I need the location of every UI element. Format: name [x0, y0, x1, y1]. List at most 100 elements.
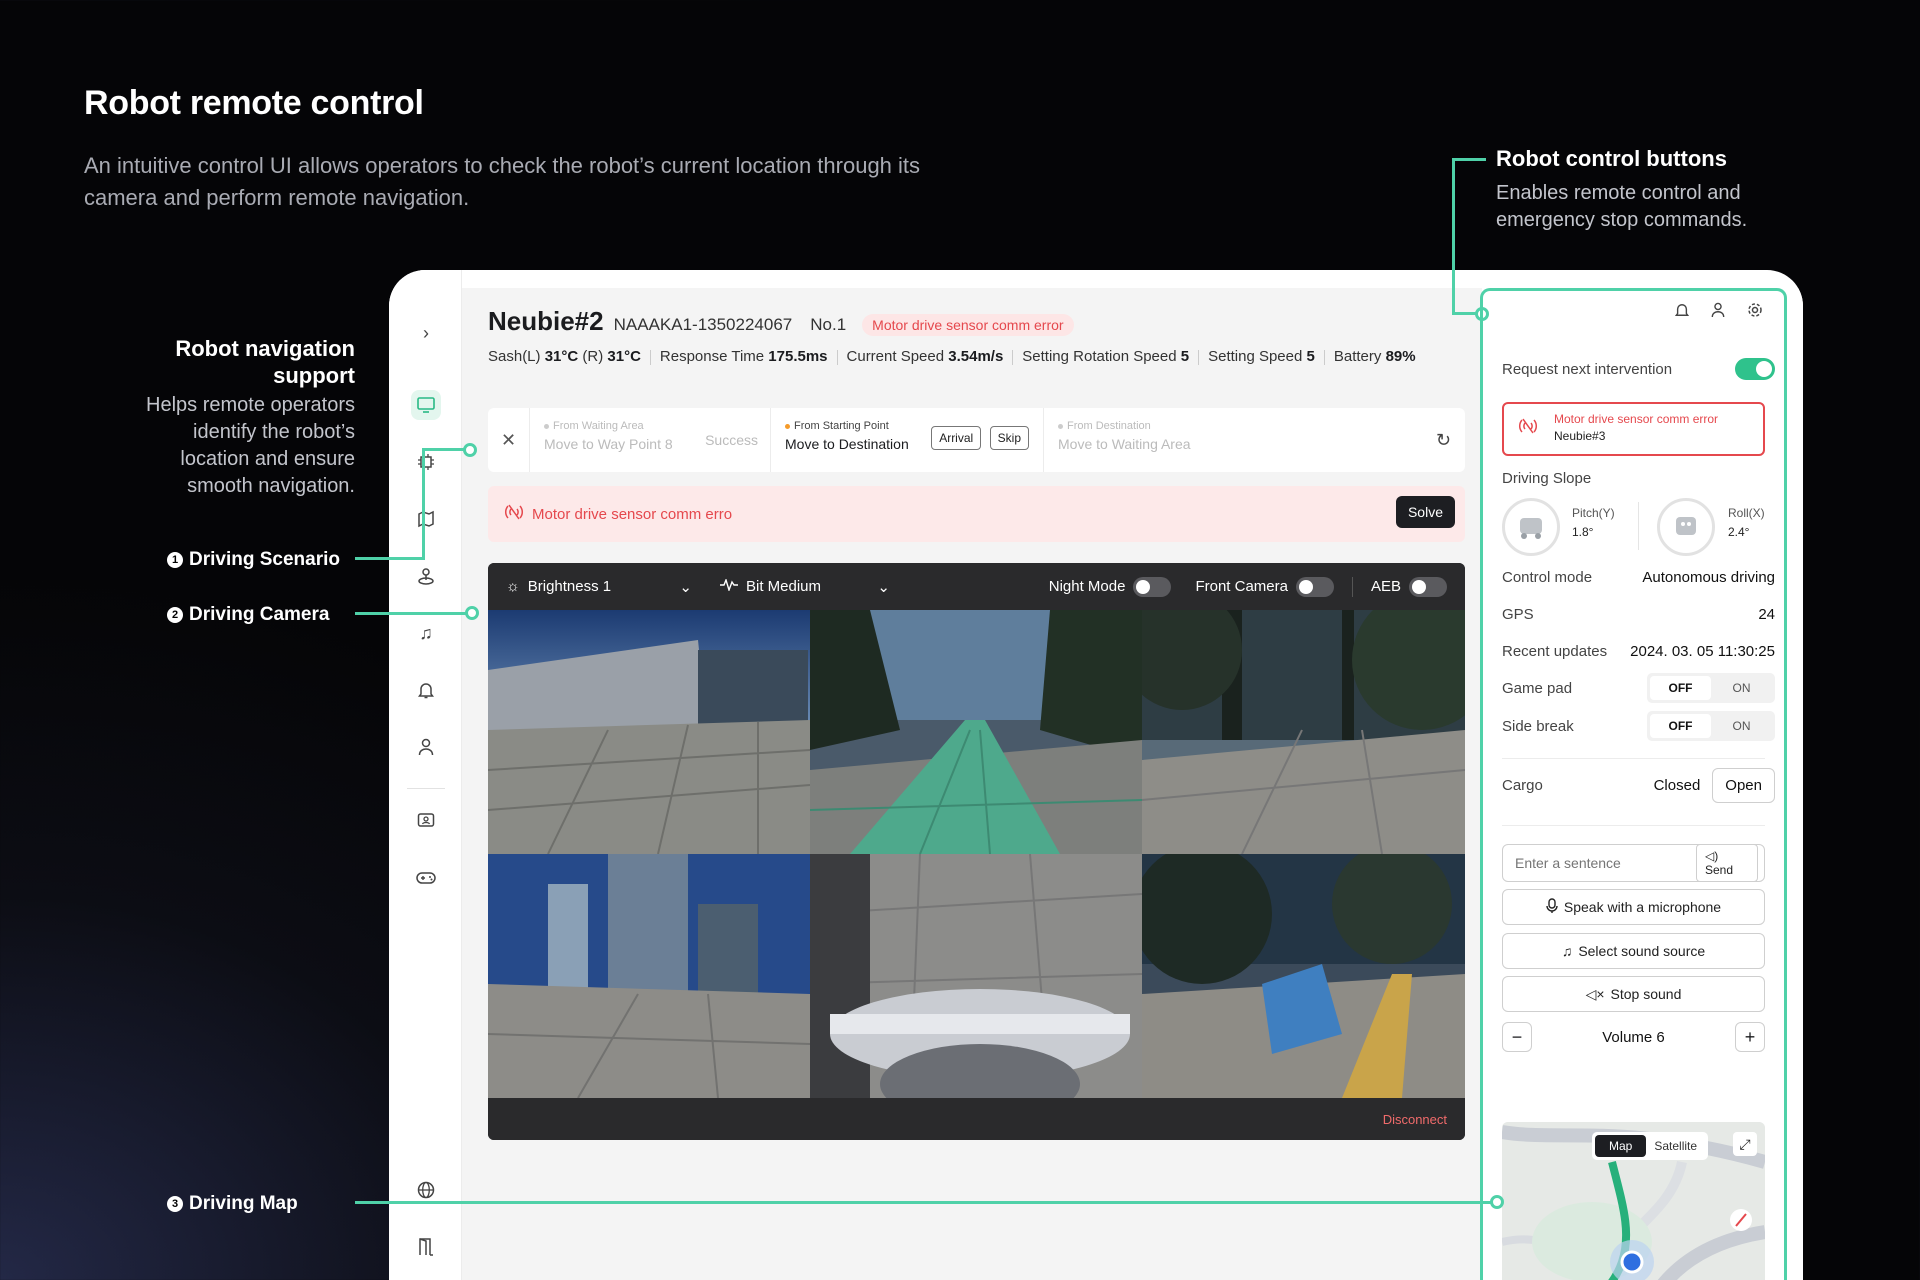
scenario-step-2: From Starting Point Move to Destination …: [771, 408, 1043, 472]
aeb-label: AEB: [1370, 578, 1401, 595]
close-icon[interactable]: ✕: [488, 408, 530, 472]
connector-dot: [463, 443, 477, 457]
stat-speed-label: Current Speed: [846, 348, 945, 365]
arrival-button[interactable]: Arrival: [931, 426, 982, 450]
error-alert: Motor drive sensor comm erro Solve: [488, 486, 1465, 542]
stat-speed: 3.54m/s: [948, 348, 1004, 365]
side-rail: › ♫: [389, 270, 462, 1280]
callout-map: 3 Driving Map: [167, 1193, 298, 1215]
disconnect-button[interactable]: Disconnect: [1383, 1112, 1447, 1127]
connector-line: [355, 612, 470, 615]
connector-line: [1452, 158, 1455, 315]
toggle-switch[interactable]: [1133, 576, 1172, 597]
night-mode-label: Night Mode: [1048, 578, 1126, 595]
stat-battery: 89%: [1385, 348, 1416, 365]
toggle-switch[interactable]: [1295, 576, 1334, 597]
aeb-toggle[interactable]: AEB: [1370, 576, 1447, 597]
stat-divider: [836, 350, 838, 365]
alert-text: Motor drive sensor comm erro: [532, 505, 733, 523]
callout-camera: 2 Driving Camera: [167, 604, 329, 626]
bitrate-value: Bit Medium: [746, 578, 822, 595]
gamepad-icon[interactable]: [411, 863, 441, 893]
robot-header: Neubie#2 NAAAKA1-1350224067 No.1 Motor d…: [488, 306, 1074, 337]
connector-dot: [465, 606, 479, 620]
toggle-switch[interactable]: [1409, 576, 1447, 597]
status-dot: [1058, 423, 1063, 429]
front-camera-label: Front Camera: [1195, 578, 1288, 595]
stat-rot-label: Setting Rotation Speed: [1022, 348, 1177, 365]
callout-label: Driving Map: [189, 1193, 298, 1214]
scenario-step-1: From Waiting Area Move to Way Point 8 Su…: [530, 408, 770, 472]
stat-divider: [1323, 350, 1325, 365]
connector-line: [422, 448, 425, 560]
stat-sash-l: 31°C: [544, 348, 579, 365]
chevron-down-icon: ⌄: [679, 578, 692, 596]
camera-toolbar: ☼ Brightness 1 ⌄ Bit Medium ⌄ Night Mode: [488, 563, 1465, 610]
chevron-down-icon: ⌄: [877, 578, 890, 596]
music-icon[interactable]: ♫: [411, 618, 441, 648]
robot-number: No.1: [810, 315, 847, 334]
camera-footer: Disconnect: [488, 1098, 1465, 1140]
bell-icon[interactable]: [411, 675, 441, 705]
scenario-step-3: From Destination Move to Waiting Area: [1044, 408, 1344, 472]
callout-control-desc: Enables remote control and emergency sto…: [1496, 182, 1748, 231]
step-status: Success: [705, 432, 758, 448]
control-panel-highlight: [1480, 288, 1787, 1280]
camera-feed-right: [1142, 610, 1465, 854]
callout-number: 3: [167, 1196, 183, 1212]
callout-label: Driving Scenario: [189, 549, 340, 570]
stat-setspeed: 5: [1306, 348, 1315, 365]
stat-divider: [649, 350, 651, 365]
driving-scenario-bar: ✕ From Waiting Area Move to Way Point 8 …: [488, 408, 1465, 472]
robot-serial: NAAAKA1-1350224067: [613, 315, 793, 334]
camera-feed-rear-left: [488, 854, 810, 1098]
sun-icon: ☼: [506, 578, 520, 595]
solve-button[interactable]: Solve: [1395, 496, 1455, 528]
brightness-select[interactable]: ☼ Brightness 1 ⌄: [506, 578, 716, 596]
operator-screen-icon[interactable]: [411, 806, 441, 836]
connector-line: [355, 557, 425, 560]
monitor-icon[interactable]: [411, 390, 441, 420]
error-badge: Motor drive sensor comm error: [862, 314, 1074, 336]
callout-number: 2: [167, 607, 183, 623]
stat-battery-label: Battery: [1333, 348, 1382, 365]
step-sub: From Destination: [1067, 420, 1151, 432]
callout-nav-desc: Helps remote operators identify the robo…: [146, 394, 355, 497]
exit-door-icon[interactable]: [411, 1232, 441, 1262]
connector-line: [355, 1201, 1495, 1204]
bitrate-select[interactable]: Bit Medium ⌄: [720, 577, 890, 596]
night-mode-toggle[interactable]: Night Mode: [1048, 576, 1172, 597]
rail-divider: [407, 788, 445, 789]
chevron-right-icon[interactable]: ›: [411, 318, 441, 348]
joystick-icon[interactable]: [411, 561, 441, 591]
callout-control-title: Robot control buttons: [1496, 146, 1727, 171]
brightness-value: Brightness 1: [527, 578, 612, 595]
map-icon[interactable]: [411, 504, 441, 534]
camera-feed-rear-right: [1142, 854, 1465, 1098]
stat-sash-label: Sash(L): [488, 348, 541, 365]
chip-icon[interactable]: [411, 447, 441, 477]
camera-grid: [488, 610, 1465, 1098]
stat-response: 175.5ms: [768, 348, 828, 365]
step-sub: From Starting Point: [794, 420, 889, 432]
callout-label: Driving Camera: [189, 604, 330, 625]
callout-scenario: 1 Driving Scenario: [167, 549, 340, 571]
stat-divider: [1012, 350, 1014, 365]
front-camera-toggle[interactable]: Front Camera: [1195, 576, 1334, 597]
signal-error-icon: [504, 504, 524, 524]
callout-nav-title: Robot navigation support: [175, 336, 355, 388]
page-title: Robot remote control: [84, 84, 424, 122]
stat-sash-r-label: (R): [582, 348, 604, 365]
step-title: Move to Waiting Area: [1058, 436, 1191, 452]
step-sub: From Waiting Area: [553, 420, 644, 432]
refresh-icon[interactable]: ↻: [1436, 430, 1451, 451]
stat-response-label: Response Time: [659, 348, 765, 365]
toolbar-divider: [1351, 576, 1353, 597]
camera-feed-down: [810, 854, 1142, 1098]
skip-button[interactable]: Skip: [989, 426, 1029, 450]
user-icon[interactable]: [411, 732, 441, 762]
camera-feed-left: [488, 610, 810, 854]
stat-setspeed-label: Setting Speed: [1208, 348, 1303, 365]
page-description: An intuitive control UI allows operators…: [84, 153, 921, 210]
waveform-icon: [720, 577, 738, 595]
